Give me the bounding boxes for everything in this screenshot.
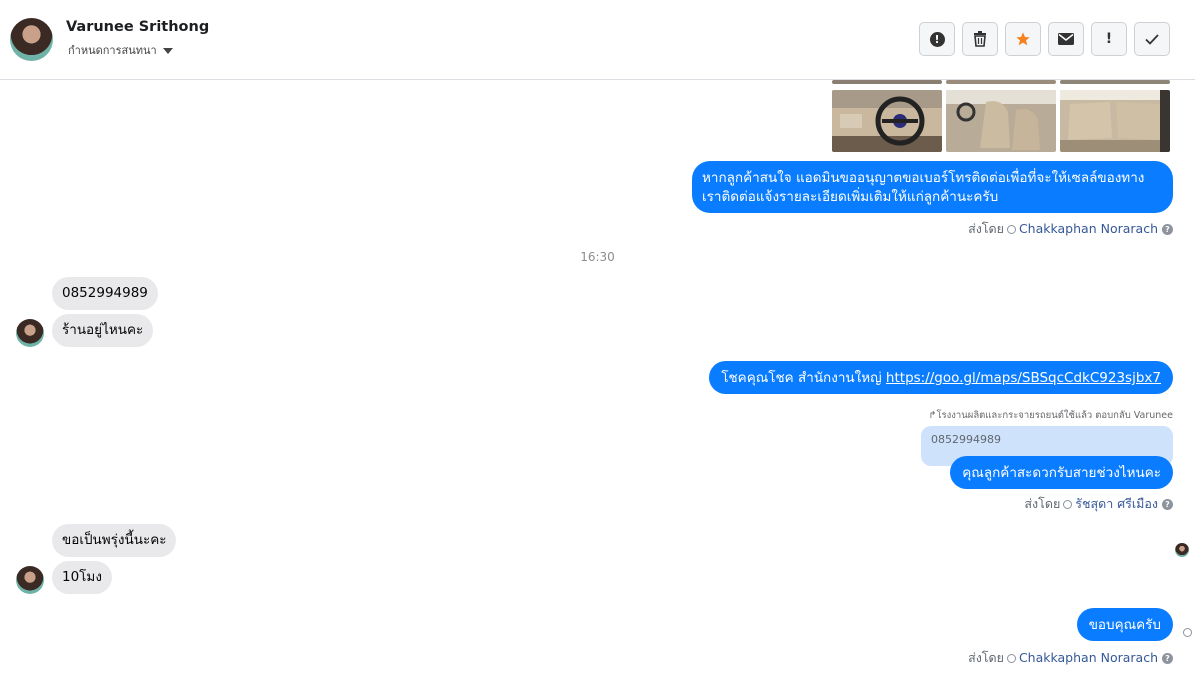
follow-up-button[interactable]: !: [1091, 22, 1127, 56]
sent-by-label: ส่งโดย Chakkaphan Norarach?: [968, 648, 1173, 668]
contact-avatar[interactable]: [16, 566, 44, 594]
sent-by-prefix: ส่งโดย: [968, 650, 1004, 665]
message-bubble-outgoing[interactable]: คุณลูกค้าสะดวกรับสายช่วงไหนคะ: [950, 456, 1173, 489]
photo-thumbnail[interactable]: [832, 80, 942, 84]
conversation-header: Varunee Srithong กำหนดการสนทนา ! !: [0, 0, 1195, 80]
star-button[interactable]: [1005, 22, 1041, 56]
front-seat-photo: [946, 90, 1056, 152]
sent-by-prefix: ส่งโดย: [968, 221, 1004, 236]
photo-thumbnail[interactable]: [1060, 90, 1170, 152]
message-text: 0852994989: [62, 285, 148, 301]
photo-thumbnail[interactable]: [946, 80, 1056, 84]
quoted-text: 0852994989: [931, 433, 1001, 446]
reply-context: ↱โรงงานผลิตและกระจายรถยนต์ใช้แล้ว ตอบกลั…: [928, 408, 1173, 423]
help-icon[interactable]: ?: [1162, 499, 1173, 510]
steering-wheel-photo: [832, 90, 942, 152]
sent-by-label: ส่งโดย รัชสุดา ศรีเมือง?: [1024, 494, 1173, 514]
timestamp: 16:30: [580, 250, 615, 264]
delivered-icon: [1183, 628, 1192, 637]
check-icon: [1145, 33, 1159, 45]
rear-seat-photo: [1060, 90, 1170, 152]
contact-name[interactable]: Varunee Srithong: [66, 19, 209, 35]
delete-button[interactable]: [962, 22, 998, 56]
mail-icon: [1058, 33, 1074, 45]
message-bubble-incoming[interactable]: ร้านอยู่ไหนคะ: [52, 314, 154, 347]
message-text: หากลูกค้าสนใจ แอดมินขออนุญาตขอเบอร์โทรติ…: [702, 170, 1145, 205]
sender-name[interactable]: Chakkaphan Norarach: [1019, 221, 1158, 236]
message-bubble-outgoing[interactable]: หากลูกค้าสนใจ แอดมินขออนุญาตขอเบอร์โทรติ…: [692, 161, 1173, 213]
message-bubble-outgoing[interactable]: ขอบคุณครับ: [1076, 608, 1173, 641]
photo-thumbnail[interactable]: [1060, 80, 1170, 84]
message-text: ขอบคุณครับ: [1088, 617, 1161, 633]
message-text: ขอเป็นพรุ่งนี้นะคะ: [62, 532, 167, 548]
photo-thumbnail[interactable]: [946, 90, 1056, 152]
verified-icon: [1063, 500, 1073, 509]
mark-spam-button[interactable]: !: [919, 22, 955, 56]
spam-icon: !: [929, 31, 945, 47]
trash-icon: [974, 31, 986, 47]
message-bubble-incoming[interactable]: 10โมง: [52, 561, 112, 594]
exclaim-icon: !: [1105, 31, 1113, 47]
message-bubble-incoming[interactable]: ขอเป็นพรุ่งนี้นะคะ: [52, 524, 177, 557]
message-bubble-incoming[interactable]: 0852994989: [52, 277, 158, 310]
reply-note: โรงงานผลิตและกระจายรถยนต์ใช้แล้ว ตอบกลับ…: [936, 410, 1173, 421]
message-text: ร้านอยู่ไหนคะ: [62, 322, 144, 338]
message-text: คุณลูกค้าสะดวกรับสายช่วงไหนคะ: [962, 465, 1161, 481]
sent-by-label: ส่งโดย Chakkaphan Norarach?: [968, 219, 1173, 239]
message-bubble-outgoing[interactable]: โชคคุณโชค สำนักงานใหญ่ https://goo.gl/ma…: [709, 361, 1173, 394]
caret-down-icon: [162, 48, 173, 54]
message-text: โชคคุณโชค สำนักงานใหญ่: [721, 370, 882, 386]
star-icon: [1016, 32, 1030, 46]
help-icon[interactable]: ?: [1162, 653, 1173, 664]
sender-name[interactable]: รัชสุดา ศรีเมือง: [1075, 496, 1158, 511]
seen-avatar: [1175, 543, 1189, 557]
verified-icon: [1006, 225, 1016, 234]
conversation-status-dropdown[interactable]: กำหนดการสนทนา: [68, 41, 173, 59]
photo-thumbnail[interactable]: [832, 90, 942, 152]
mark-done-button[interactable]: [1134, 22, 1170, 56]
avatar[interactable]: [10, 18, 53, 61]
message-text: 10โมง: [62, 569, 102, 585]
map-link[interactable]: https://goo.gl/maps/SBSqcCdkC923sjbx7: [886, 370, 1161, 386]
conversation-status-label: กำหนดการสนทนา: [68, 44, 157, 57]
sender-name[interactable]: Chakkaphan Norarach: [1019, 650, 1158, 665]
contact-avatar[interactable]: [16, 319, 44, 347]
mark-unread-button[interactable]: [1048, 22, 1084, 56]
help-icon[interactable]: ?: [1162, 224, 1173, 235]
sent-by-prefix: ส่งโดย: [1024, 496, 1061, 511]
verified-icon: [1006, 654, 1016, 663]
